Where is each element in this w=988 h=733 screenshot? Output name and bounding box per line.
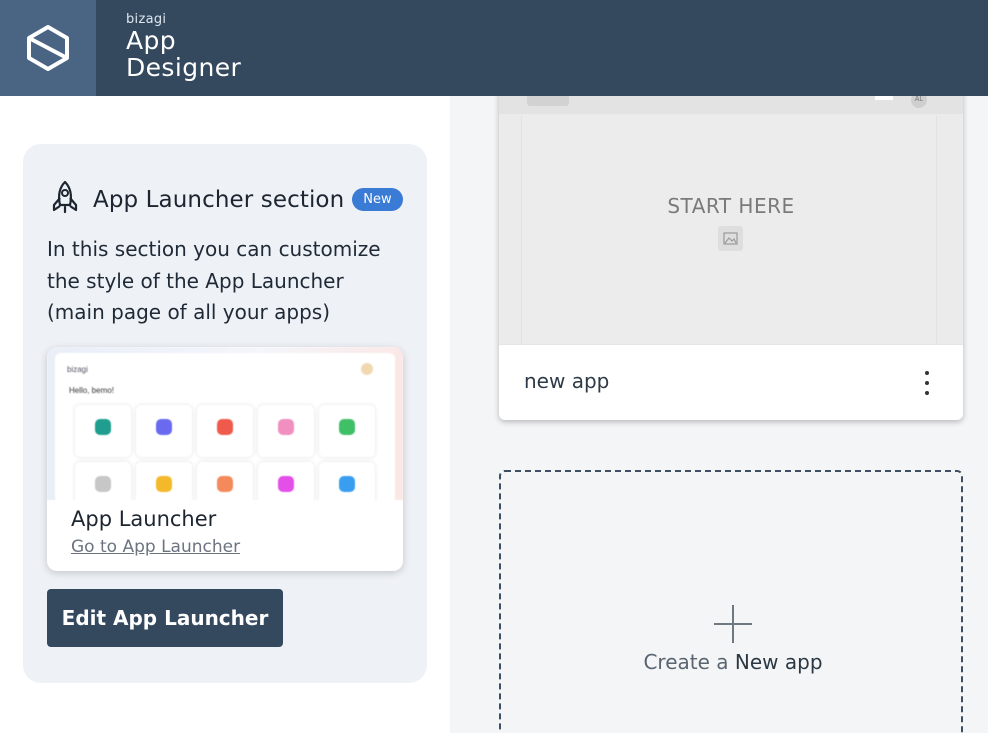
preview-tile: [197, 405, 253, 457]
app-launcher-preview-card[interactable]: bizagi Hello, bemo! App Launcher Go to A…: [47, 347, 403, 571]
app-title-line1: App: [126, 26, 177, 55]
preview-tile: [319, 405, 375, 457]
preview-text: App Launcher Go to App Launcher: [71, 507, 240, 557]
app-launcher-section-card: App Launcher section New In this section…: [23, 144, 427, 683]
app-header: bizagi App Designer: [0, 0, 988, 96]
section-title-row: App Launcher section New: [49, 180, 403, 219]
app-title-line2: Designer: [126, 53, 242, 82]
section-description: In this section you can customize the st…: [47, 237, 381, 324]
preview-logo: bizagi: [67, 365, 88, 374]
kebab-menu-icon[interactable]: [917, 369, 937, 397]
section-title: App Launcher section: [93, 186, 345, 213]
rocket-icon: [49, 180, 81, 219]
create-new-app-card[interactable]: Create a New app: [499, 470, 963, 733]
image-placeholder-icon: [718, 226, 743, 251]
app-card[interactable]: AL START HERE new app: [499, 96, 963, 420]
preview-tile: [258, 462, 314, 500]
go-to-app-launcher-link[interactable]: Go to App Launcher: [71, 537, 240, 557]
bizagi-cube-icon[interactable]: [0, 0, 96, 96]
preview-tile: [136, 405, 192, 457]
preview-tile: [197, 462, 253, 500]
preview-tile: [258, 405, 314, 457]
app-card-footer: new app: [499, 344, 963, 420]
thumbnail-pill: [875, 96, 893, 100]
create-new-app-label: Create a New app: [501, 650, 965, 674]
left-column: App Launcher section New In this section…: [0, 96, 450, 733]
preview-title: App Launcher: [71, 507, 217, 531]
preview-tile: [319, 462, 375, 500]
preview-page: bizagi Hello, bemo!: [55, 353, 395, 500]
edit-app-launcher-button[interactable]: Edit App Launcher: [47, 589, 283, 647]
preview-app-grid: [75, 405, 375, 500]
app-thumbnail: AL START HERE: [499, 96, 963, 344]
plus-icon: [714, 605, 752, 643]
thumbnail-topbar: AL: [499, 96, 963, 114]
create-label-prefix: Create a: [643, 650, 735, 674]
create-label-emphasis: New app: [734, 650, 823, 674]
preview-greeting: Hello, bemo!: [69, 386, 114, 395]
preview-tile: [136, 462, 192, 500]
preview-tile: [75, 405, 131, 457]
apps-column: AL START HERE new app Create a New app: [450, 96, 988, 733]
thumbnail-avatar: AL: [911, 96, 927, 108]
preview-avatar: [361, 363, 373, 375]
brand: bizagi App Designer: [126, 12, 241, 81]
preview-tile: [75, 462, 131, 500]
app-name[interactable]: new app: [524, 369, 609, 393]
app-launcher-preview-image: bizagi Hello, bemo!: [47, 347, 403, 500]
brand-small: bizagi: [126, 12, 167, 27]
start-here-label: START HERE: [667, 194, 795, 218]
new-badge: New: [352, 188, 403, 211]
image-placeholder-icon: [527, 96, 569, 106]
